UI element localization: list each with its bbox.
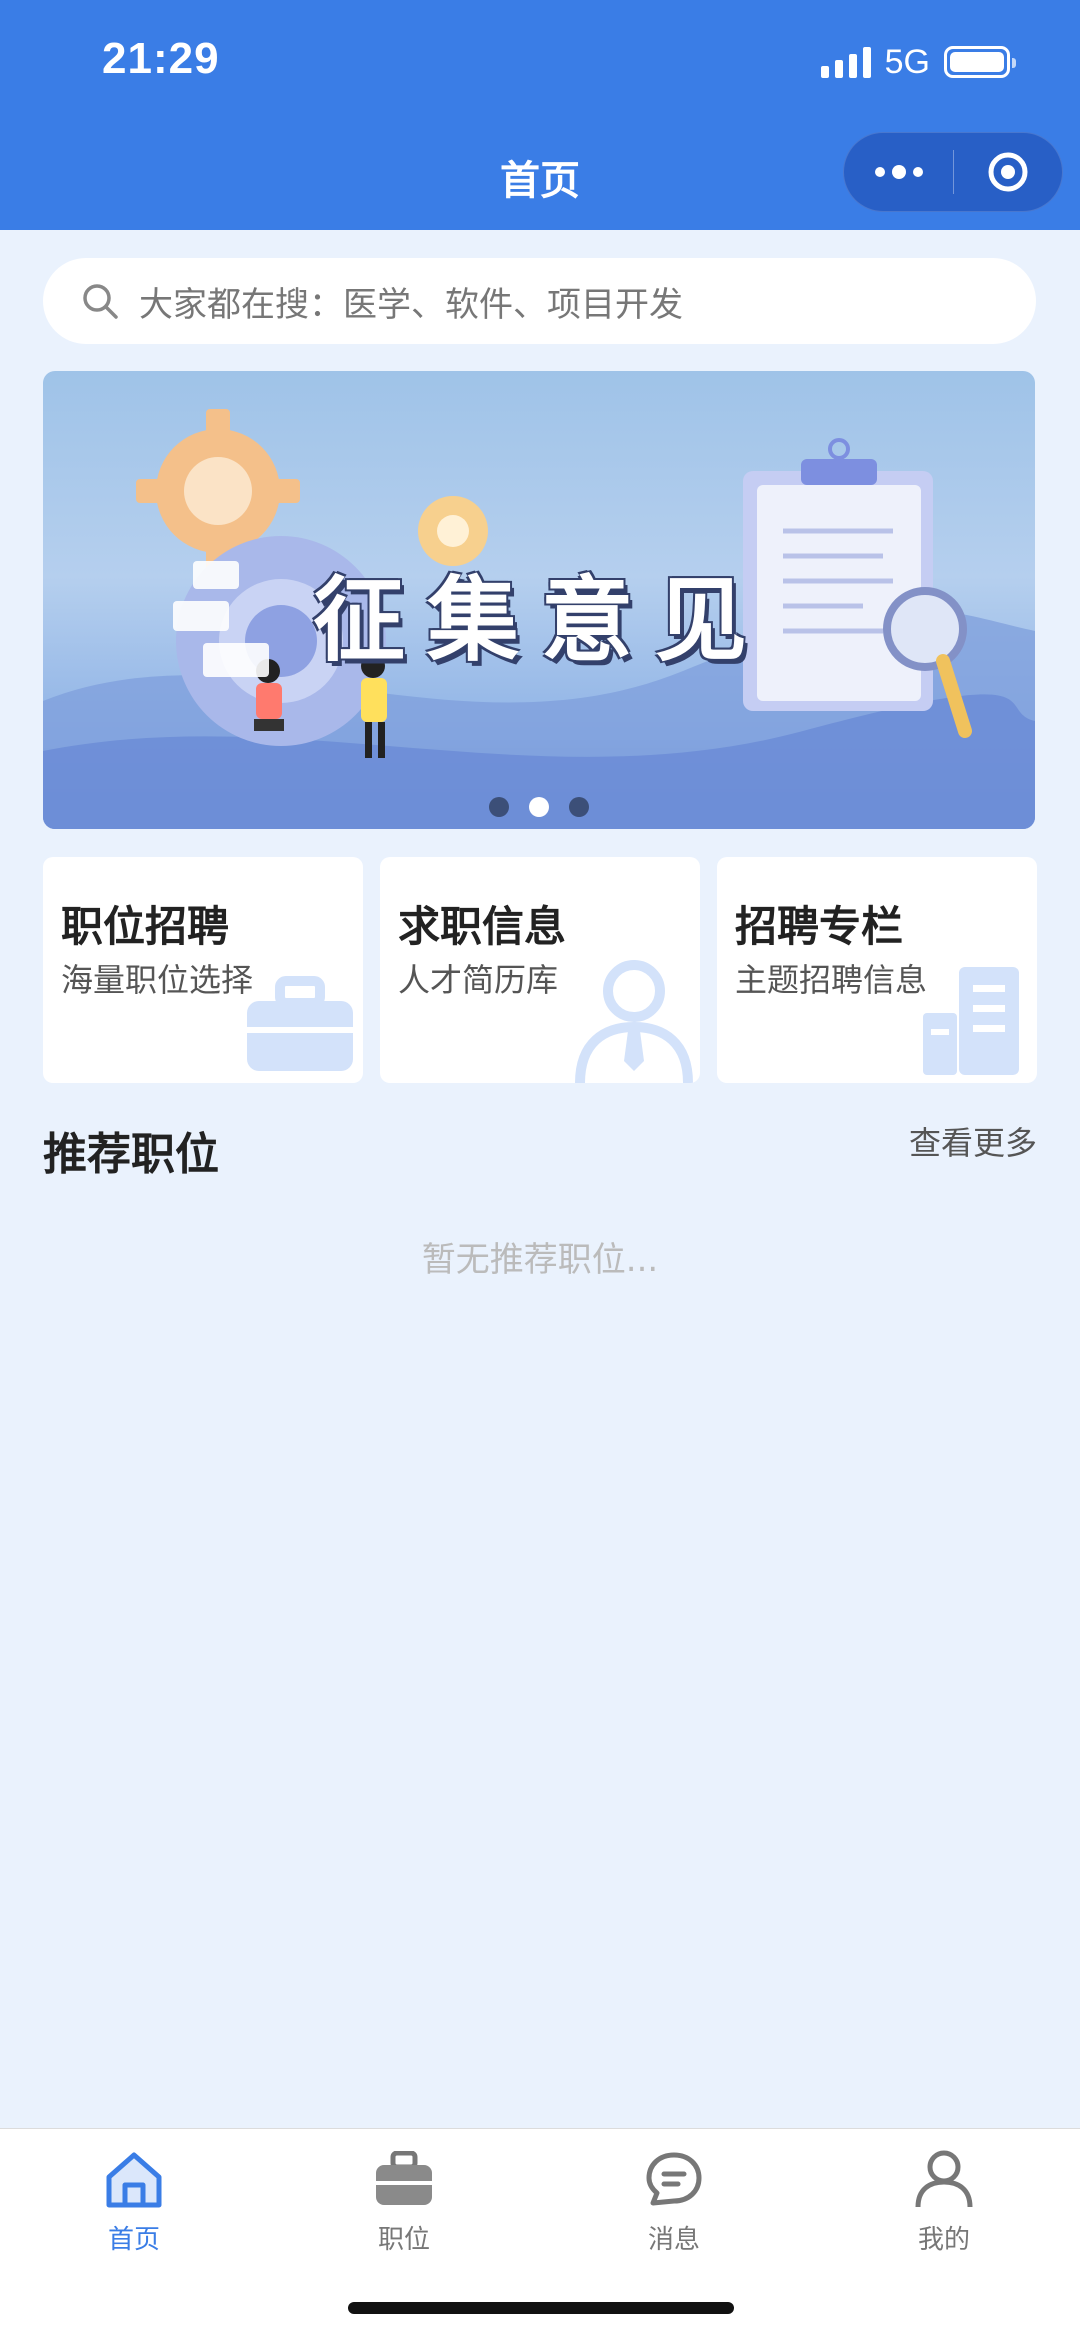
briefcase-icon: [247, 976, 353, 1071]
briefcase-icon: [376, 2151, 432, 2205]
tab-label: 职位: [377, 2225, 430, 2255]
home-indicator: [348, 2302, 734, 2314]
status-indicators: 5G: [820, 42, 1016, 82]
home-icon: [106, 2152, 162, 2208]
more-menu-button[interactable]: [844, 132, 953, 212]
card-subtitle: 人才简历库: [398, 961, 559, 999]
search-placeholder: 大家都在搜：医学、软件、项目开发: [139, 284, 683, 325]
tab-home[interactable]: 首页: [64, 2141, 204, 2256]
card-job-seekers[interactable]: 求职信息 人才简历库: [380, 857, 700, 1083]
person-icon: [575, 960, 693, 1083]
status-time: 21:29: [102, 34, 220, 83]
section-title: 推荐职位: [43, 1129, 219, 1180]
target-circle-icon: [988, 152, 1028, 192]
tab-jobs[interactable]: 职位: [334, 2141, 474, 2256]
search-icon: [83, 284, 118, 319]
top-bar: 21:29 5G 首页: [0, 0, 1080, 230]
banner-carousel[interactable]: 征集意见: [43, 371, 1035, 829]
card-title: 职位招聘: [61, 902, 230, 951]
banner-title: 征集意见: [313, 567, 770, 674]
signal-icon: [820, 46, 871, 78]
tab-label: 消息: [647, 2225, 700, 2255]
tab-profile[interactable]: 我的: [874, 2141, 1014, 2256]
battery-icon: [944, 46, 1016, 78]
card-job-recruitment[interactable]: 职位招聘 海量职位选择: [43, 857, 363, 1083]
tab-label: 首页: [107, 2225, 160, 2255]
card-subtitle: 主题招聘信息: [735, 961, 928, 999]
banner-pagination: [43, 797, 1035, 817]
tab-label: 我的: [917, 2225, 970, 2255]
mini-program-capsule: [843, 132, 1063, 212]
banner-dot-3[interactable]: [569, 797, 589, 817]
message-icon: [646, 2152, 702, 2206]
view-more-link[interactable]: 查看更多: [909, 1118, 1037, 1164]
network-type: 5G: [884, 42, 930, 81]
user-icon: [915, 2150, 973, 2208]
empty-state-text: 暂无推荐职位...: [421, 1240, 659, 1280]
banner-dot-2[interactable]: [529, 797, 549, 817]
building-icon: [923, 967, 1019, 1075]
tab-messages[interactable]: 消息: [604, 2141, 744, 2256]
card-subtitle: 海量职位选择: [61, 961, 254, 999]
card-recruitment-column[interactable]: 招聘专栏 主题招聘信息: [717, 857, 1037, 1083]
search-bar[interactable]: 大家都在搜：医学、软件、项目开发: [43, 258, 1036, 344]
card-title: 求职信息: [398, 902, 567, 951]
close-mini-program-button[interactable]: [954, 132, 1062, 212]
banner-dot-1[interactable]: [489, 797, 509, 817]
card-title: 招聘专栏: [735, 902, 904, 951]
